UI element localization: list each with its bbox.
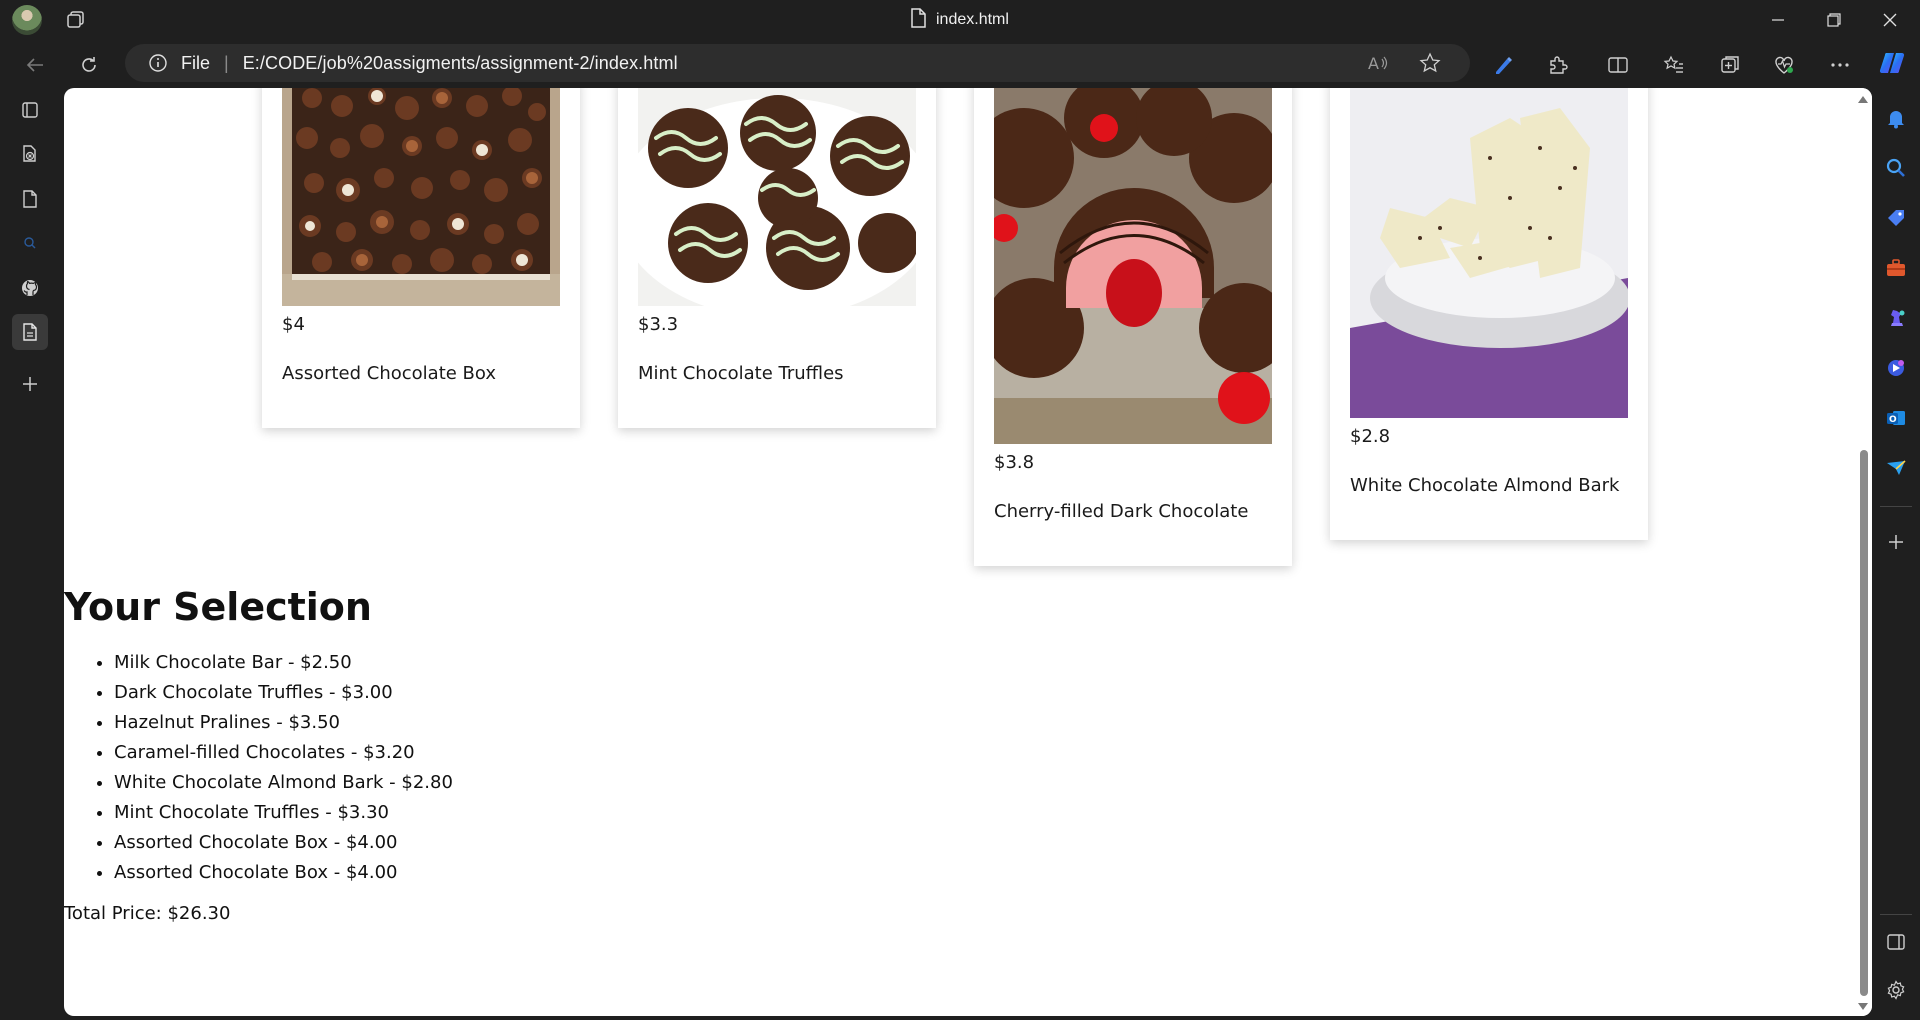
product-price: $2.8: [1350, 426, 1391, 447]
sidebar-divider: [1880, 506, 1912, 507]
product-name: Cherry-filled Dark Chocolate: [994, 501, 1249, 522]
product-image-white-almond-bark: [1350, 88, 1628, 418]
address-separator: |: [224, 52, 229, 73]
sidebar-search-icon[interactable]: [1878, 150, 1914, 186]
product-price: $4: [282, 314, 305, 335]
back-button[interactable]: [18, 48, 52, 82]
profile-avatar[interactable]: [12, 5, 42, 35]
favorites-icon[interactable]: [1656, 48, 1692, 82]
sidebar-divider-bottom: [1880, 914, 1912, 915]
url-text[interactable]: E:/CODE/job%20assigments/assignment-2/in…: [243, 53, 678, 74]
navigation-bar: File | E:/CODE/job%20assigments/assignme…: [0, 40, 1920, 88]
product-name: Assorted Chocolate Box: [282, 363, 497, 384]
games-chess-icon[interactable]: [1878, 300, 1914, 336]
sidebar-add-icon[interactable]: [1878, 524, 1914, 560]
edge-sidebar: O: [1872, 88, 1920, 1020]
copilot-sidebar-icon[interactable]: [1878, 350, 1914, 386]
more-options-icon[interactable]: [1822, 48, 1858, 82]
list-item: White Chocolate Almond Bark - $2.80: [114, 768, 453, 798]
tab-file-icon[interactable]: [12, 181, 48, 217]
tab-closed-file-icon[interactable]: [12, 136, 48, 172]
scroll-down-arrow-icon[interactable]: [1858, 1003, 1868, 1010]
list-item: Mint Chocolate Truffles - $3.30: [114, 798, 453, 828]
product-price: $3.3: [638, 314, 679, 335]
product-card[interactable]: $2.8 White Chocolate Almond Bark: [1330, 88, 1648, 540]
read-aloud-icon[interactable]: A: [1367, 44, 1389, 82]
list-item: Milk Chocolate Bar - $2.50: [114, 648, 453, 678]
product-image-assorted-box: [282, 88, 560, 306]
page-scrollbar[interactable]: [1856, 88, 1872, 1016]
tab-actions-icon[interactable]: [66, 10, 86, 30]
file-icon: [910, 7, 926, 33]
restore-button[interactable]: [1806, 0, 1862, 40]
title-bar: index.html: [0, 0, 1920, 40]
product-image-mint-truffles: [638, 88, 916, 306]
product-card[interactable]: $3.8 Cherry-filled Dark Chocolate: [974, 88, 1292, 566]
window-title: index.html: [910, 7, 1009, 33]
list-item: Assorted Chocolate Box - $4.00: [114, 858, 453, 888]
outlook-icon[interactable]: O: [1878, 400, 1914, 436]
close-button[interactable]: [1862, 0, 1918, 40]
extensions-icon[interactable]: [1540, 48, 1576, 82]
svg-text:A: A: [1368, 54, 1379, 73]
copilot-icon[interactable]: [1874, 46, 1910, 80]
product-name: Mint Chocolate Truffles: [638, 363, 844, 384]
tools-briefcase-icon[interactable]: [1878, 250, 1914, 286]
notifications-bell-icon[interactable]: [1878, 100, 1914, 136]
selection-heading: Your Selection: [64, 585, 372, 629]
new-tab-plus-icon[interactable]: [12, 366, 48, 402]
favorite-star-icon[interactable]: [1419, 44, 1441, 82]
scrollbar-thumb[interactable]: [1860, 450, 1868, 996]
scroll-up-arrow-icon[interactable]: [1858, 96, 1868, 103]
product-card[interactable]: $3.3 Mint Chocolate Truffles: [618, 88, 936, 428]
vertical-tabs-sidebar: [0, 88, 64, 1020]
hide-sidebar-icon[interactable]: [1878, 924, 1914, 960]
total-price: Total Price: $26.30: [64, 903, 231, 924]
list-item: Caramel-filled Chocolates - $3.20: [114, 738, 453, 768]
tab-title: index.html: [936, 11, 1009, 28]
tab-actions-sidebar-icon[interactable]: [12, 92, 48, 128]
scheme-label: File: [181, 52, 211, 73]
refresh-button[interactable]: [72, 48, 106, 82]
address-bar[interactable]: File | E:/CODE/job%20assigments/assignme…: [125, 44, 1470, 82]
tab-search-icon[interactable]: [12, 225, 48, 261]
drop-send-icon[interactable]: [1878, 450, 1914, 486]
product-price: $3.8: [994, 452, 1035, 473]
product-name: White Chocolate Almond Bark: [1350, 475, 1620, 496]
shopping-tag-icon[interactable]: [1878, 200, 1914, 236]
tab-active-index-html[interactable]: [12, 314, 48, 350]
collections-icon[interactable]: [1712, 48, 1748, 82]
product-image-cherry-chocolate: [994, 88, 1272, 444]
browser-essentials-icon[interactable]: [1766, 48, 1802, 82]
page-viewport: $4 Assorted Chocolate Box $3.3 Mint Choc…: [64, 88, 1872, 1016]
list-item: Hazelnut Pralines - $3.50: [114, 708, 453, 738]
list-item: Dark Chocolate Truffles - $3.00: [114, 678, 453, 708]
pen-extension-icon[interactable]: [1485, 48, 1521, 82]
product-card[interactable]: $4 Assorted Chocolate Box: [262, 88, 580, 428]
minimize-button[interactable]: [1750, 0, 1806, 40]
tab-github-icon[interactable]: [12, 270, 48, 306]
svg-text:O: O: [1889, 415, 1897, 425]
selection-list: Milk Chocolate Bar - $2.50 Dark Chocolat…: [64, 648, 453, 888]
split-screen-icon[interactable]: [1600, 48, 1636, 82]
settings-gear-icon[interactable]: [1878, 972, 1914, 1008]
site-info-icon[interactable]: [147, 52, 169, 74]
list-item: Assorted Chocolate Box - $4.00: [114, 828, 453, 858]
